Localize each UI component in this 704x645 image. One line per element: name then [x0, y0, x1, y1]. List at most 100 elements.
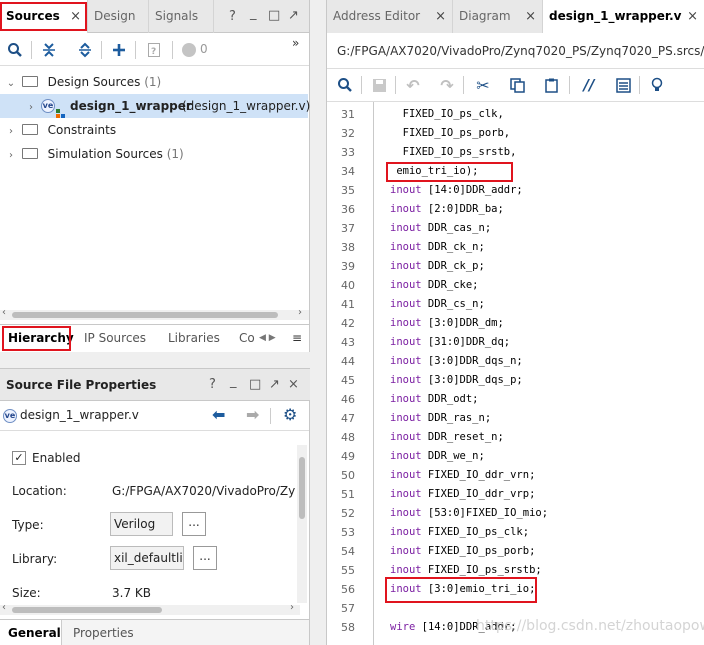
tab-compile-order[interactable]: Co — [239, 325, 255, 351]
enabled-checkbox[interactable]: ✓ — [12, 451, 26, 465]
code-line[interactable]: 39 inout DDR_ck_p; — [327, 257, 704, 276]
code-line[interactable]: 47 inout DDR_ras_n; — [327, 409, 704, 428]
redo-icon[interactable]: ↷ — [437, 75, 457, 95]
code-line[interactable]: 32 FIXED_IO_ps_porb, — [327, 124, 704, 143]
code-line[interactable]: 45 inout [3:0]DDR_dqs_p; — [327, 371, 704, 390]
close-icon[interactable]: × — [435, 0, 446, 33]
tab-hierarchy[interactable]: Hierarchy — [8, 325, 74, 351]
code-line[interactable]: 46 inout DDR_odt; — [327, 390, 704, 409]
float-icon[interactable]: ↗ — [269, 369, 280, 401]
expand-all-icon[interactable] — [75, 40, 95, 60]
code-editor[interactable]: 31 FIXED_IO_ps_clk, 32 FIXED_IO_ps_porb, 3… — [327, 102, 704, 645]
tab-design[interactable]: Design — [88, 0, 149, 33]
tab-libraries[interactable]: Libraries — [168, 325, 220, 351]
scroll-left-icon[interactable]: ‹ — [2, 307, 6, 318]
scroll-right-icon[interactable]: › — [290, 602, 294, 613]
chevron-right-icon[interactable]: › — [24, 96, 38, 120]
cut-icon[interactable]: ✂ — [473, 75, 493, 95]
comment-icon[interactable]: // — [579, 75, 599, 95]
tab-signals[interactable]: Signals — [149, 0, 214, 33]
tab-design-wrapper[interactable]: design_1_wrapper.v × — [543, 0, 704, 33]
back-arrow-icon[interactable]: ⬅ — [212, 405, 225, 424]
tab-menu-icon[interactable]: ≡ — [292, 325, 302, 351]
horizontal-scrollbar[interactable]: ‹ › — [0, 307, 309, 320]
code-line[interactable]: 36 inout [2:0]DDR_ba; — [327, 200, 704, 219]
tree-constraints[interactable]: › Constraints — [0, 118, 308, 142]
tab-sources[interactable]: Sources × — [0, 0, 88, 33]
code-line[interactable]: 55 inout FIXED_IO_ps_srstb; — [327, 561, 704, 580]
tree-design-wrapper[interactable]: › ve design_1_wrapper (design_1_wrapper.… — [0, 94, 319, 120]
chevron-right-icon[interactable]: › — [4, 120, 18, 144]
code-line[interactable]: 56 inout [3:0]emio_tri_io; — [327, 580, 704, 599]
chevron-down-icon[interactable]: ⌄ — [4, 72, 18, 96]
close-icon[interactable]: × — [288, 369, 299, 401]
line-number: 53 — [341, 526, 355, 539]
type-field[interactable]: Verilog — [110, 512, 173, 536]
tab-ip-sources[interactable]: IP Sources — [84, 325, 146, 351]
code-line[interactable]: 31 FIXED_IO_ps_clk, — [327, 105, 704, 124]
vertical-scrollbar[interactable] — [297, 445, 307, 603]
tab-scroll-arrows[interactable]: ◀ ▶ — [259, 325, 276, 351]
code-line[interactable]: 50 inout FIXED_IO_ddr_vrn; — [327, 466, 704, 485]
code-line[interactable]: 51 inout FIXED_IO_ddr_vrp; — [327, 485, 704, 504]
search-icon[interactable] — [5, 40, 25, 60]
panel-splitter[interactable] — [310, 0, 326, 645]
tree-simulation-sources[interactable]: › Simulation Sources (1) — [0, 142, 308, 166]
float-icon[interactable]: ↗ — [288, 8, 299, 23]
document-question-icon[interactable]: ? — [144, 40, 164, 60]
minimize-icon[interactable]: _ — [230, 366, 237, 398]
panel-splitter-horizontal[interactable] — [0, 352, 310, 368]
code-line[interactable]: 52 inout [53:0]FIXED_IO_mio; — [327, 504, 704, 523]
help-icon[interactable]: ? — [209, 369, 216, 401]
code-line[interactable]: 53 inout FIXED_IO_ps_clk; — [327, 523, 704, 542]
more-icon[interactable]: » — [292, 36, 299, 50]
tab-address-editor[interactable]: Address Editor × — [327, 0, 453, 33]
tab-properties[interactable]: Properties — [73, 620, 134, 645]
code-line[interactable]: 34 emio_tri_io); — [327, 162, 704, 181]
maximize-icon[interactable]: □ — [268, 8, 280, 23]
code-line[interactable]: 43 inout [31:0]DDR_dq; — [327, 333, 704, 352]
scrollbar-thumb[interactable] — [299, 457, 305, 519]
type-browse-button[interactable]: ... — [182, 512, 206, 536]
horizontal-scrollbar[interactable]: ‹ › — [0, 602, 300, 615]
scrollbar-thumb[interactable] — [12, 312, 278, 318]
save-icon[interactable] — [369, 75, 389, 95]
forward-arrow-icon[interactable]: ➡ — [246, 405, 259, 424]
undo-icon[interactable]: ↶ — [403, 75, 423, 95]
code-line[interactable]: 57 — [327, 599, 704, 618]
gear-icon[interactable]: ⚙ — [283, 405, 297, 424]
code-line[interactable]: 33 FIXED_IO_ps_srstb, — [327, 143, 704, 162]
block-select-icon[interactable] — [613, 75, 633, 95]
code-line[interactable]: 54 inout FIXED_IO_ps_porb; — [327, 542, 704, 561]
code-line[interactable]: 42 inout [3:0]DDR_dm; — [327, 314, 704, 333]
tree-design-sources[interactable]: ⌄ Design Sources (1) — [0, 70, 308, 94]
code-line[interactable]: 37 inout DDR_cas_n; — [327, 219, 704, 238]
code-line[interactable]: 35 inout [14:0]DDR_addr; — [327, 181, 704, 200]
tab-diagram[interactable]: Diagram × — [453, 0, 543, 33]
help-icon[interactable]: ? — [229, 9, 236, 24]
maximize-icon[interactable]: □ — [249, 369, 261, 401]
chevron-right-icon[interactable]: › — [4, 144, 18, 168]
tab-general[interactable]: General — [0, 620, 62, 645]
scroll-left-icon[interactable]: ‹ — [2, 602, 6, 613]
collapse-all-icon[interactable] — [39, 40, 59, 60]
close-icon[interactable]: × — [70, 0, 81, 33]
add-icon[interactable] — [109, 40, 129, 60]
close-icon[interactable]: × — [525, 0, 536, 33]
code-line[interactable]: 40 inout DDR_cke; — [327, 276, 704, 295]
code-line[interactable]: 44 inout [3:0]DDR_dqs_n; — [327, 352, 704, 371]
lightbulb-icon[interactable] — [647, 75, 667, 95]
library-browse-button[interactable]: ... — [193, 546, 217, 570]
code-line[interactable]: 48 inout DDR_reset_n; — [327, 428, 704, 447]
code-line[interactable]: 41 inout DDR_cs_n; — [327, 295, 704, 314]
paste-icon[interactable] — [541, 75, 561, 95]
copy-icon[interactable] — [507, 75, 527, 95]
code-line[interactable]: 49 inout DDR_we_n; — [327, 447, 704, 466]
scroll-right-icon[interactable]: › — [298, 307, 302, 318]
library-field[interactable]: xil_defaultlib — [110, 546, 184, 570]
minimize-icon[interactable]: _ — [250, 6, 257, 21]
code-line[interactable]: 38 inout DDR_ck_n; — [327, 238, 704, 257]
close-icon[interactable]: × — [687, 0, 698, 33]
search-icon[interactable] — [335, 75, 355, 95]
scrollbar-thumb[interactable] — [12, 607, 162, 613]
